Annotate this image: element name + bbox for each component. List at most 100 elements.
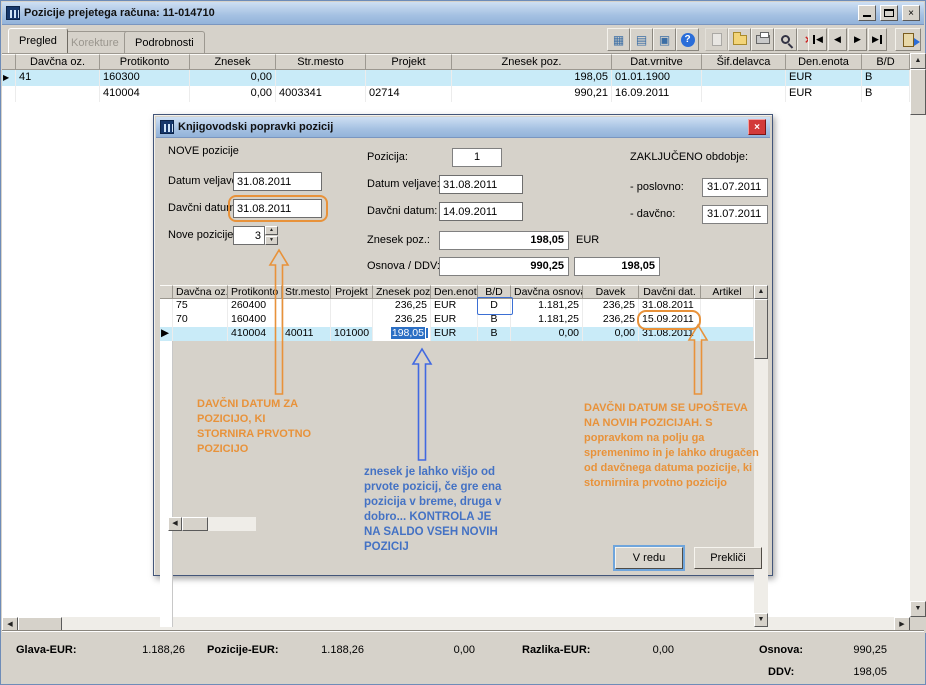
help-button[interactable]: ? [676,28,699,51]
column-header[interactable]: Davčna osnova [511,285,583,299]
poslovno-label: - poslovno: [630,181,684,193]
tab-strip: Pregled Korekture Podrobnosti ▦ ▤ ▣ ? × … [2,25,924,53]
pozicije-label: Pozicije-EUR: [207,644,279,656]
pozicije-value: 1.188,26 [321,644,364,656]
dialog-titlebar[interactable]: Knjigovodski popravki pozicij × [156,117,770,138]
open-folder-button[interactable] [728,28,751,51]
table-row[interactable]: ▶ 410004 40011 101000 198,05 EUR B 0,00 … [160,327,754,341]
column-header[interactable]: Znesek poz. [373,285,431,299]
nove-pozicije-input[interactable] [233,226,265,245]
datum-veljave-input[interactable] [233,172,322,191]
osnova-label: Osnova: [759,644,804,656]
column-header[interactable]: Protikonto [228,285,282,299]
column-header[interactable]: Artikel [701,285,754,299]
new-document-button [705,28,728,51]
section-label: NOVE pozicije [168,145,239,157]
search-button[interactable] [774,28,797,51]
exit-button[interactable] [895,28,921,51]
form-icon: ▤ [635,32,648,47]
column-header[interactable]: Projekt [366,54,452,70]
column-header[interactable]: Str.mesto [276,54,366,70]
dialog-scroll-up-icon[interactable]: ▲ [754,285,768,299]
column-header[interactable]: Znesek poz. [452,54,612,70]
column-header[interactable]: Davek [583,285,639,299]
app-icon [6,6,20,20]
dialog-grid: Davčna oz. Protikonto Str.mesto Projekt … [160,285,754,341]
nav-next-button[interactable]: ▶ [848,28,867,51]
nav-first-button[interactable]: ◀ [808,28,827,51]
datum-veljave-label: Datum veljave: [168,175,241,187]
spin-up-icon[interactable]: ▲ [265,226,278,235]
monitor-button[interactable]: ▣ [653,28,676,51]
vertical-scroll-thumb[interactable] [910,69,926,115]
table-row[interactable]: ▶ 41 160300 0,00 198,05 01.01.1900 EUR B [2,70,910,86]
scroll-down-icon[interactable]: ▼ [910,601,926,617]
znesek-poz-value: 198,05 [439,231,569,250]
nav-prev-button[interactable]: ◀ [828,28,847,51]
print-button[interactable] [751,28,774,51]
column-header[interactable]: Davčni dat. [639,285,701,299]
dialog-scroll-left-icon[interactable]: ◀ [168,517,182,531]
zakljuceno-header: ZAKLJUČENO obdobje: [630,151,748,163]
column-header[interactable]: Projekt [331,285,373,299]
poslovno-value: 31.07.2011 [702,178,768,197]
column-header[interactable]: Den.enota [431,285,478,299]
dialog-close-icon[interactable]: × [748,119,766,135]
nove-pozicije-label: Nove pozicije: [168,229,237,241]
minimize-icon[interactable] [858,5,876,21]
tab-korekture: Korekture [60,31,130,53]
cancel-button[interactable]: Prekliči [694,547,762,569]
vertical-scrollbar[interactable] [910,69,926,601]
column-header[interactable]: B/D [478,285,511,299]
application-window: Pozicije prejetega računa: 11-014710 × P… [0,0,926,685]
davcno-label: - davčno: [630,208,676,220]
table-row[interactable]: 70 160400 236,25 EUR B 1.181,25 236,25 1… [160,313,754,327]
window-title: Pozicije prejetega računa: 11-014710 [24,7,215,19]
pozicije-value-2: 0,00 [453,644,475,656]
column-header[interactable]: Protikonto [100,54,190,70]
osnova-ddv-osnova: 990,25 [439,257,569,276]
osnova-ddv-label: Osnova / DDV: [367,260,440,272]
dialog-horizontal-scroll-thumb[interactable] [182,517,208,531]
annotation-right: DAVČNI DATUM SE UPOŠTEVA NA NOVIH POZICI… [584,402,759,489]
prev-record-icon: ◀ [834,34,841,44]
table-row[interactable]: 75 260400 236,25 EUR D 1.181,25 236,25 3… [160,299,754,313]
datum-veljave2-label: Datum veljave: [367,178,440,190]
davcni-datum-input[interactable] [233,199,322,218]
column-header[interactable]: Šif.delavca [702,54,786,70]
column-header[interactable]: Znesek [190,54,276,70]
davcno-value: 31.07.2011 [702,205,768,224]
window-titlebar[interactable]: Pozicije prejetega računa: 11-014710 × [2,2,924,25]
column-header[interactable]: Dat.vrnitve [612,54,702,70]
nav-last-button[interactable]: ▶ [868,28,887,51]
spin-down-icon[interactable]: ▼ [265,236,278,245]
tab-pregled[interactable]: Pregled [8,28,68,53]
printer-icon [755,32,770,44]
nove-pozicije-stepper: ▲ ▼ [265,226,278,245]
maximize-icon[interactable] [880,5,898,21]
grid-selector-strip [160,341,173,627]
davcni-datum2-input[interactable] [439,202,523,221]
exit-door-icon [902,32,920,47]
table-row[interactable]: 410004 0,00 4003341 02714 990,21 16.09.2… [2,86,910,102]
tab-podrobnosti[interactable]: Podrobnosti [124,31,205,53]
column-header[interactable]: Str.mesto [282,285,331,299]
razlika-value: 0,00 [652,644,674,656]
znesek-edit-cell[interactable]: 198,05 [373,327,431,341]
column-header[interactable]: B/D [862,54,910,70]
close-icon[interactable]: × [902,5,920,21]
davcni-datum2-label: Davčni datum: [367,205,438,217]
form-view-button[interactable]: ▤ [630,28,653,51]
dialog-vertical-scroll-thumb[interactable] [754,299,768,359]
glava-value: 1.188,26 [142,644,185,656]
davcni-datum-label: Davčni datum: [168,202,239,214]
datum-veljave2-input[interactable] [439,175,523,194]
column-header[interactable]: Davčna oz. [173,285,228,299]
dialog-scroll-down-icon[interactable]: ▼ [754,613,768,627]
column-header[interactable]: Davčna oz. [16,54,100,70]
ok-button[interactable]: V redu [615,547,683,569]
scroll-up-icon[interactable]: ▲ [910,53,926,69]
ddv-label: DDV: [768,666,795,678]
column-header[interactable]: Den.enota [786,54,862,70]
browse-grid-button[interactable]: ▦ [607,28,630,51]
